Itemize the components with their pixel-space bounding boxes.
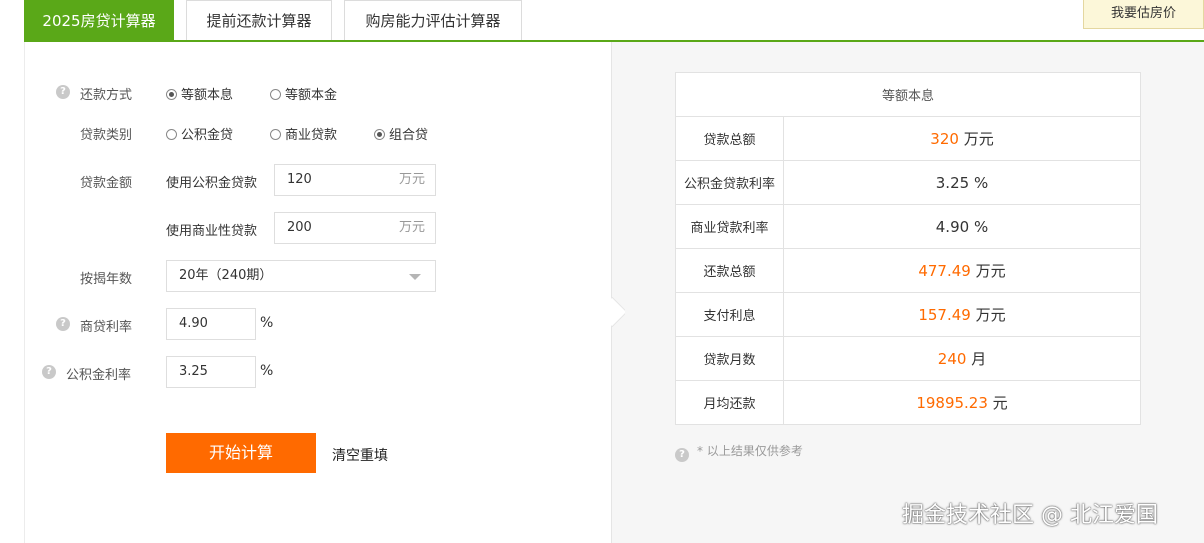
- result-row: 贷款月数 240 月: [675, 336, 1141, 381]
- input-value: 4.90: [179, 316, 208, 331]
- result-label: 支付利息: [675, 292, 784, 337]
- result-row: 贷款总额 320 万元: [675, 116, 1141, 161]
- result-value-cell: 19895.23 元: [783, 380, 1141, 425]
- result-value: 19895.23: [916, 394, 988, 412]
- commercial-rate-help-icon[interactable]: ?: [56, 317, 70, 331]
- result-label: 月均还款: [675, 380, 784, 425]
- fund-loan-amount-input[interactable]: 120 万元: [274, 164, 436, 196]
- clear-reset-button[interactable]: 清空重填: [332, 445, 388, 465]
- radio-commercial-loan[interactable]: 商业贷款: [270, 124, 337, 143]
- result-value: 320: [930, 130, 959, 148]
- result-table: 等额本息 贷款总额 320 万元 公积金贷款利率 3.25 % 商业贷款利率 4.90 %…: [675, 72, 1141, 425]
- loan-form-panel: [24, 42, 612, 543]
- result-row: 支付利息 157.49 万元: [675, 292, 1141, 337]
- result-unit: 元: [992, 394, 1008, 412]
- result-value-cell: 477.49 万元: [783, 248, 1141, 293]
- result-unit: 月: [971, 350, 987, 368]
- input-value: 200: [287, 220, 312, 235]
- fund-rate-label: 公积金利率: [66, 368, 132, 383]
- start-calculation-button[interactable]: 开始计算: [166, 433, 316, 473]
- tab-affordability-calculator[interactable]: 购房能力评估计算器: [344, 0, 522, 40]
- result-unit: %: [973, 217, 989, 236]
- radio-label: 公积金贷: [181, 128, 234, 143]
- result-label: 贷款总额: [675, 116, 784, 161]
- radio-checked-icon: [166, 89, 177, 100]
- result-header: 等额本息: [675, 72, 1141, 117]
- chevron-down-icon: [409, 274, 421, 280]
- result-value: 3.25: [935, 173, 970, 192]
- result-value-cell: 157.49 万元: [783, 292, 1141, 337]
- commercial-rate-label: 商贷利率: [80, 320, 133, 335]
- estimate-price-button[interactable]: 我要估房价: [1083, 0, 1204, 29]
- calculator-tabs: 2025房贷计算器 提前还款计算器 购房能力评估计算器 我要估房价: [0, 0, 1204, 42]
- radio-provident-fund-loan[interactable]: 公积金贷: [166, 124, 233, 143]
- result-value-cell: 320 万元: [783, 116, 1141, 161]
- result-value-cell: 240 月: [783, 336, 1141, 381]
- result-label: 还款总额: [675, 248, 784, 293]
- mortgage-years-select[interactable]: 20年（240期）: [166, 260, 436, 292]
- watermark: 掘金技术社区 @ 北江爱国: [902, 503, 1158, 528]
- mortgage-years-label: 按揭年数: [80, 272, 133, 287]
- result-value-cell: 3.25 %: [783, 160, 1141, 205]
- input-unit: 万元: [398, 172, 425, 187]
- result-value: 240: [937, 350, 967, 368]
- radio-unchecked-icon: [166, 129, 177, 140]
- result-unit: %: [973, 173, 989, 192]
- result-unit: 万元: [963, 130, 994, 148]
- disclaimer-text: * 以上结果仅供参考: [697, 444, 803, 458]
- result-label: 公积金贷款利率: [675, 160, 784, 205]
- radio-combined-loan[interactable]: 组合贷: [374, 124, 428, 143]
- radio-equal-installment[interactable]: 等额本息: [166, 84, 233, 103]
- result-row: 公积金贷款利率 3.25 %: [675, 160, 1141, 205]
- tab-prepayment-calculator[interactable]: 提前还款计算器: [186, 0, 332, 40]
- result-unit: 万元: [975, 262, 1006, 280]
- input-value: 3.25: [179, 364, 208, 379]
- radio-checked-icon: [374, 129, 385, 140]
- result-value: 4.90: [935, 217, 970, 236]
- select-value: 20年（240期）: [179, 268, 273, 283]
- tab-2025-mortgage-calculator[interactable]: 2025房贷计算器: [24, 0, 174, 40]
- fund-loan-label: 使用公积金贷款: [166, 176, 258, 191]
- result-row: 还款总额 477.49 万元: [675, 248, 1141, 293]
- radio-unchecked-icon: [270, 129, 281, 140]
- radio-label: 等额本金: [285, 88, 338, 103]
- loan-type-label: 贷款类别: [80, 128, 133, 143]
- result-row: 月均还款 19895.23 元: [675, 380, 1141, 425]
- result-label: 商业贷款利率: [675, 204, 784, 249]
- commercial-loan-amount-input[interactable]: 200 万元: [274, 212, 436, 244]
- radio-label: 组合贷: [389, 128, 429, 143]
- commercial-loan-label: 使用商业性贷款: [166, 224, 258, 239]
- fund-rate-input[interactable]: 3.25: [166, 356, 256, 388]
- radio-label: 等额本息: [181, 88, 234, 103]
- result-disclaimer: ? * 以上结果仅供参考: [675, 442, 803, 462]
- result-label: 贷款月数: [675, 336, 784, 381]
- panel-pointer: [611, 297, 625, 327]
- input-value: 120: [287, 172, 312, 187]
- commercial-rate-input[interactable]: 4.90: [166, 308, 256, 340]
- result-value-cell: 4.90 %: [783, 204, 1141, 249]
- fund-rate-unit: %: [260, 363, 274, 379]
- fund-rate-help-icon[interactable]: ?: [42, 365, 56, 379]
- result-row: 商业贷款利率 4.90 %: [675, 204, 1141, 249]
- loan-amount-label: 贷款金额: [80, 176, 133, 191]
- result-value: 477.49: [918, 262, 971, 280]
- repay-method-label: 还款方式: [80, 88, 133, 103]
- input-unit: 万元: [398, 220, 425, 235]
- result-header-row: 等额本息: [675, 72, 1141, 117]
- commercial-rate-unit: %: [260, 315, 274, 331]
- radio-equal-principal[interactable]: 等额本金: [270, 84, 337, 103]
- repay-method-help-icon[interactable]: ?: [56, 85, 70, 99]
- radio-label: 商业贷款: [285, 128, 338, 143]
- radio-unchecked-icon: [270, 89, 281, 100]
- result-unit: 万元: [975, 306, 1006, 324]
- info-icon: ?: [675, 448, 689, 462]
- result-value: 157.49: [918, 306, 971, 324]
